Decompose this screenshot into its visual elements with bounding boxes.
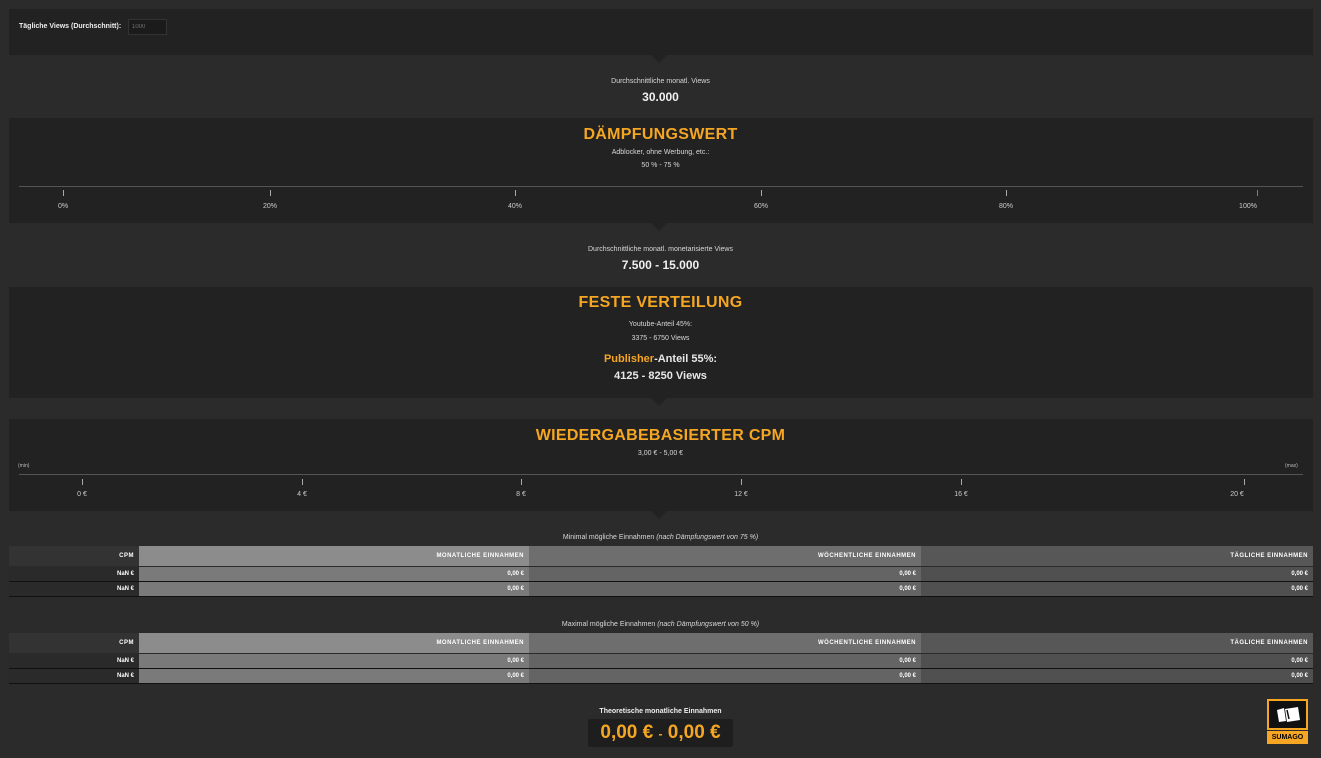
- max-table-caption-main: Maximal mögliche Einnahmen: [561, 621, 658, 628]
- cpm-cell: NaN €: [9, 580, 139, 597]
- arrow-down-icon: [651, 55, 667, 63]
- monthly-views-value: 30.000: [642, 90, 679, 104]
- daily-cell: 0,00 €: [921, 580, 1313, 597]
- result-max: 0,00 €: [667, 722, 721, 743]
- weekly-cell: 0,00 €: [529, 580, 921, 597]
- damping-tick-label: 80%: [998, 203, 1014, 210]
- cpm-max-label: (max): [1285, 463, 1298, 469]
- cpm-cell: NaN €: [9, 565, 139, 582]
- logo-shape-icon: [1276, 706, 1300, 722]
- daily-cell: 0,00 €: [921, 667, 1313, 684]
- weekly-cell: 0,00 €: [529, 667, 921, 684]
- arrow-down-icon: [651, 223, 667, 231]
- monetized-views-value: 7.500 - 15.000: [621, 258, 700, 272]
- cpm-tick: [302, 479, 303, 485]
- logo-icon: [1267, 699, 1308, 730]
- min-table-caption: Minimal mögliche Einnahmen (nach Dämpfun…: [0, 534, 1321, 541]
- monthly-cell: 0,00 €: [139, 565, 529, 582]
- publisher-share-rest: -Anteil 55%:: [654, 353, 718, 365]
- column-header-daily: TÄGLICHE EINNAHMEN: [921, 546, 1313, 566]
- max-table-caption-note: (nach Dämpfungswert von 50 %): [657, 621, 760, 628]
- cpm-tick: [521, 479, 522, 485]
- table-row: NaN € 0,00 € 0,00 € 0,00 €: [9, 667, 1313, 684]
- cpm-tick-label: 20 €: [1230, 491, 1244, 498]
- daily-views-label: Tägliche Views (Durchschnitt):: [19, 23, 122, 30]
- cpm-tick-label: 4 €: [297, 491, 307, 498]
- damping-tick-label: 0%: [57, 203, 69, 210]
- max-earnings-table: CPM MONATLICHE EINNAHMEN WÖCHENTLICHE EI…: [9, 633, 1313, 684]
- damping-tick: [761, 190, 762, 196]
- damping-tick: [270, 190, 271, 196]
- logo-text: SUMAGO: [1267, 731, 1308, 744]
- min-earnings-table: CPM MONATLICHE EINNAHMEN WÖCHENTLICHE EI…: [9, 546, 1313, 597]
- result-value-box: 0,00 € - 0,00 €: [588, 719, 733, 747]
- cpm-range: 3,00 € - 5,00 €: [637, 450, 684, 457]
- damping-title: DÄMPFUNGSWERT: [583, 126, 738, 143]
- monthly-views-label: Durchschnittliche monatl. Views: [611, 78, 710, 85]
- table-header-row: CPM MONATLICHE EINNAHMEN WÖCHENTLICHE EI…: [9, 633, 1313, 653]
- cpm-slider-track[interactable]: [19, 474, 1303, 475]
- column-header-daily: TÄGLICHE EINNAHMEN: [921, 633, 1313, 653]
- monthly-cell: 0,00 €: [139, 652, 529, 669]
- table-row: NaN € 0,00 € 0,00 € 0,00 €: [9, 580, 1313, 597]
- damping-tick-label: 60%: [753, 203, 769, 210]
- cpm-tick: [82, 479, 83, 485]
- damping-subtitle: Adblocker, ohne Werbung, etc.:: [611, 149, 710, 156]
- input-panel: Tägliche Views (Durchschnitt):: [9, 9, 1313, 55]
- weekly-cell: 0,00 €: [529, 565, 921, 582]
- publisher-share-label: Publisher-Anteil 55%:: [0, 353, 1321, 365]
- damping-tick: [515, 190, 516, 196]
- monthly-cell: 0,00 €: [139, 580, 529, 597]
- damping-tick: [63, 190, 64, 196]
- min-table-caption-note: (nach Dämpfungswert von 75 %): [656, 534, 759, 541]
- cpm-tick-label: 0 €: [77, 491, 87, 498]
- cpm-tick: [741, 479, 742, 485]
- table-row: NaN € 0,00 € 0,00 € 0,00 €: [9, 652, 1313, 669]
- cpm-min-label: (min): [18, 463, 30, 469]
- sumago-logo[interactable]: SUMAGO: [1267, 699, 1308, 744]
- result-label: Theoretische monatliche Einnahmen: [599, 708, 722, 715]
- cpm-tick: [961, 479, 962, 485]
- youtube-share-views: 3375 - 6750 Views: [631, 335, 690, 342]
- cpm-cell: NaN €: [9, 667, 139, 684]
- cpm-cell: NaN €: [9, 652, 139, 669]
- min-table-caption-main: Minimal mögliche Einnahmen: [562, 534, 657, 541]
- table-header-row: CPM MONATLICHE EINNAHMEN WÖCHENTLICHE EI…: [9, 546, 1313, 566]
- damping-tick-label: 100%: [1239, 203, 1257, 210]
- cpm-title: WIEDERGABEBASIERTER CPM: [535, 427, 786, 444]
- cpm-tick: [1244, 479, 1245, 485]
- monthly-cell: 0,00 €: [139, 667, 529, 684]
- distribution-title: FESTE VERTEILUNG: [578, 294, 743, 311]
- column-header-weekly: WÖCHENTLICHE EINNAHMEN: [529, 546, 921, 566]
- cpm-tick-label: 12 €: [734, 491, 748, 498]
- publisher-share-views: 4125 - 8250 Views: [614, 370, 707, 382]
- daily-cell: 0,00 €: [921, 565, 1313, 582]
- damping-tick-label: 20%: [262, 203, 278, 210]
- cpm-tick-label: 8 €: [516, 491, 526, 498]
- damping-range: 50 % - 75 %: [641, 162, 680, 169]
- damping-slider-track[interactable]: [19, 186, 1303, 187]
- column-header-monthly: MONATLICHE EINNAHMEN: [139, 546, 529, 566]
- column-header-cpm: CPM: [9, 546, 139, 566]
- publisher-word: Publisher: [603, 353, 655, 365]
- damping-tick: [1006, 190, 1007, 196]
- result-min: 0,00 €: [600, 722, 654, 743]
- damping-tick-label: 40%: [507, 203, 523, 210]
- column-header-weekly: WÖCHENTLICHE EINNAHMEN: [529, 633, 921, 653]
- monetized-views-label: Durchschnittliche monatl. monetarisierte…: [588, 246, 733, 253]
- column-header-monthly: MONATLICHE EINNAHMEN: [139, 633, 529, 653]
- arrow-down-icon: [651, 511, 667, 519]
- weekly-cell: 0,00 €: [529, 652, 921, 669]
- max-table-caption: Maximal mögliche Einnahmen (nach Dämpfun…: [0, 621, 1321, 628]
- damping-tick: [1257, 190, 1258, 196]
- daily-views-input[interactable]: [128, 19, 167, 35]
- table-row: NaN € 0,00 € 0,00 € 0,00 €: [9, 565, 1313, 582]
- arrow-down-icon: [651, 398, 667, 406]
- result-separator: -: [658, 727, 663, 741]
- daily-cell: 0,00 €: [921, 652, 1313, 669]
- column-header-cpm: CPM: [9, 633, 139, 653]
- cpm-tick-label: 16 €: [954, 491, 968, 498]
- youtube-share-label: Youtube-Anteil 45%:: [628, 321, 693, 328]
